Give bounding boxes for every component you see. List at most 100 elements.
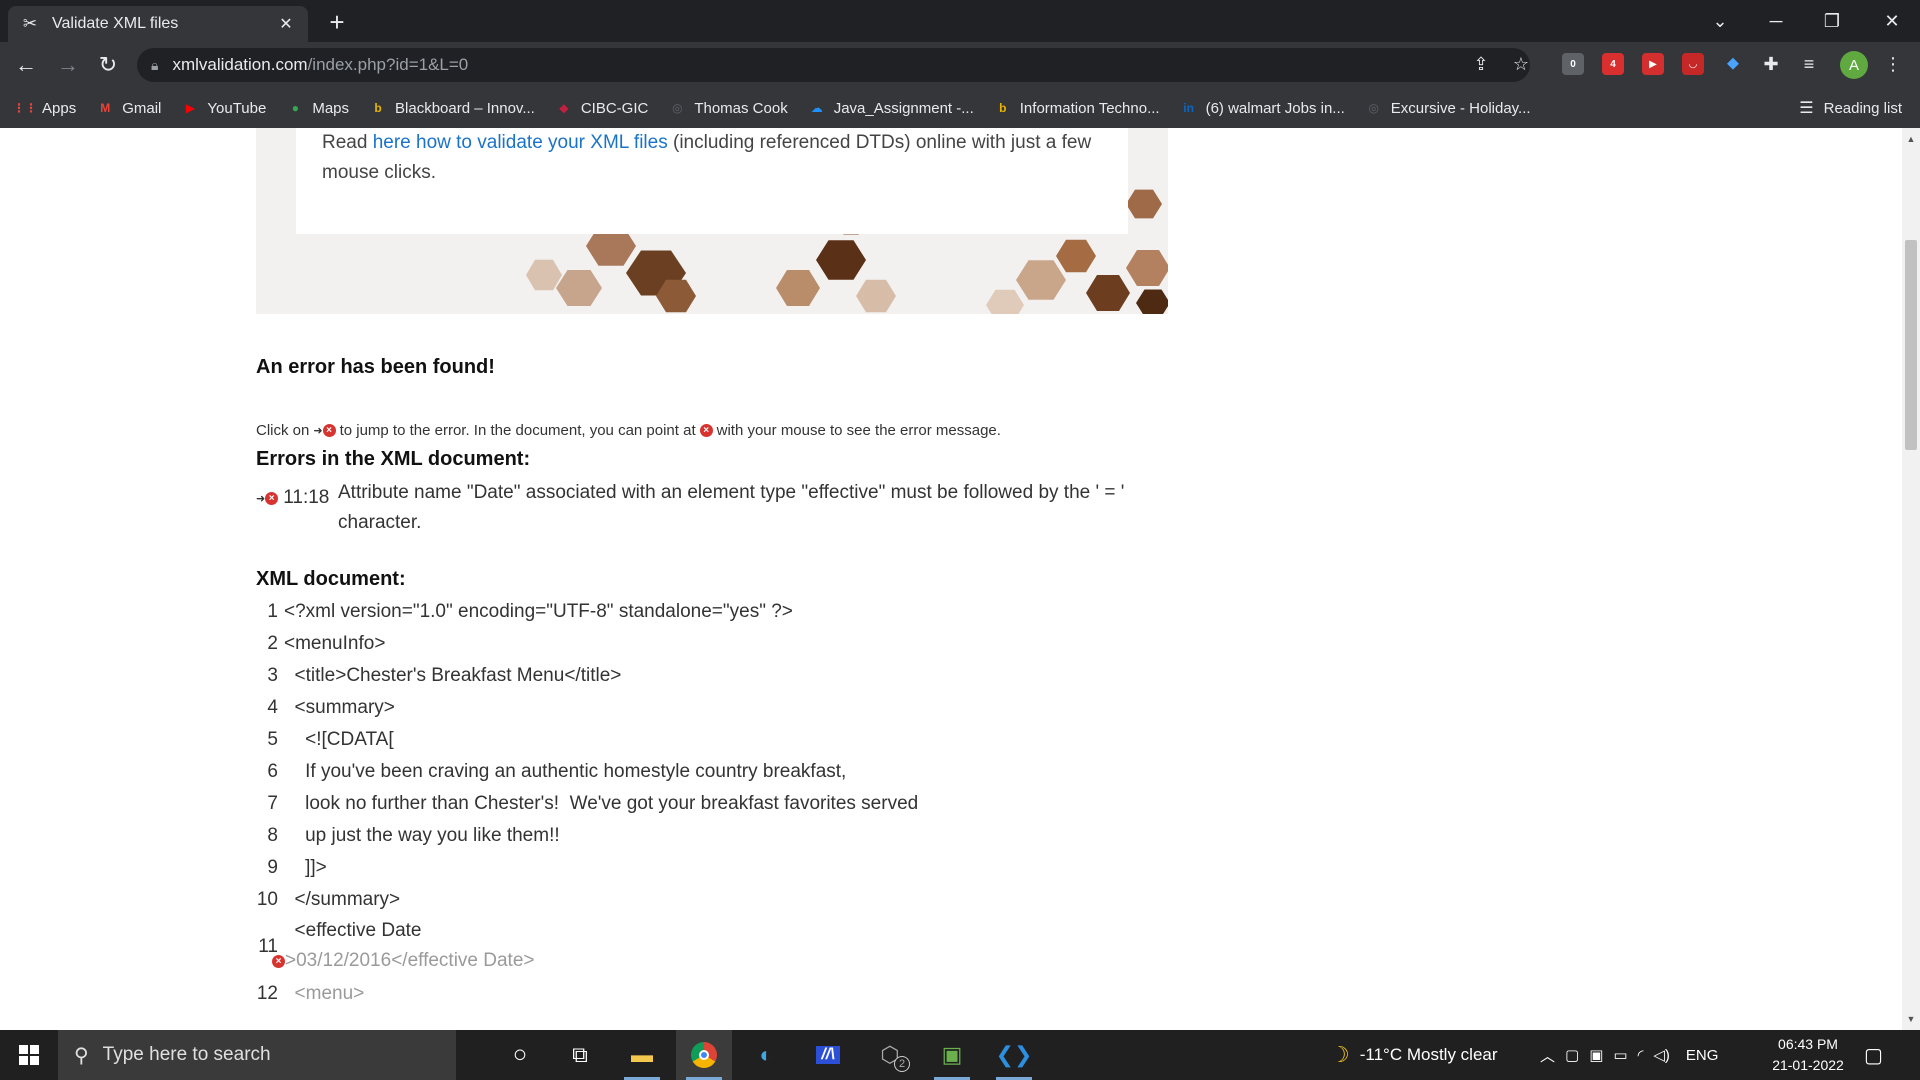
line-content: <effective Date × >03/12/2016</effective D… [272, 916, 535, 976]
xml-line: 12 <menu> [256, 978, 918, 1010]
new-tab-button[interactable]: + [322, 8, 352, 38]
devices-icon[interactable]: ▣ [1589, 1046, 1603, 1064]
pocket-icon[interactable]: ◡ [1682, 53, 1704, 75]
validate-howto-link[interactable]: here how to validate your XML files [373, 132, 668, 153]
minimize-button[interactable]: ─ [1748, 0, 1804, 42]
adblock-icon[interactable]: 4 [1602, 53, 1624, 75]
scroll-up-arrow-icon[interactable]: ▲ [1902, 134, 1920, 144]
scrollbar-thumb[interactable] [1905, 240, 1917, 450]
reload-icon[interactable]: ↻ [92, 49, 124, 81]
line-text: <menuInfo> [284, 633, 386, 654]
media-queue-icon[interactable]: ≡ [1796, 51, 1822, 77]
xml-line: 2 <menuInfo> [256, 628, 918, 660]
bookmark-item[interactable]: ☁ Java_Assignment -... [808, 99, 974, 117]
bookmark-item[interactable]: b Blackboard – Innov... [369, 99, 534, 117]
extension-badge-count: 0 [1570, 58, 1576, 70]
line-text: <title>Chester's Breakfast Menu</title> [284, 665, 622, 686]
bookmark-item[interactable]: b Information Techno... [994, 99, 1160, 117]
tab-strip: ✂ Validate XML files ✕ + ⌄ ─ ❐ ✕ [0, 0, 1920, 42]
profile-avatar[interactable]: A [1840, 51, 1868, 79]
volume-icon[interactable]: ◁) [1653, 1046, 1670, 1064]
extension-badge-icon[interactable]: 0 [1562, 53, 1584, 75]
browser-tab[interactable]: ✂ Validate XML files ✕ [8, 6, 308, 42]
bookmark-item[interactable]: in (6) walmart Jobs in... [1180, 99, 1345, 117]
bookmark-item[interactable]: ◎ Excursive - Holiday... [1365, 99, 1531, 117]
bookmark-item[interactable]: ● Maps [286, 99, 349, 117]
bookmark-item[interactable]: ⋮⋮ Apps [13, 99, 76, 117]
wifi-icon[interactable]: ◜ [1638, 1046, 1644, 1064]
bookmark-item[interactable]: M Gmail [96, 99, 161, 117]
xml-line: 5 <![CDATA[ [256, 724, 918, 756]
bookmark-item[interactable]: ◎ Thomas Cook [668, 99, 788, 117]
visual-studio-app-icon[interactable]: //\ [800, 1030, 856, 1080]
error-location-link[interactable]: ➜ × 11:18 [256, 478, 338, 510]
weather-widget[interactable]: ☽ -11°C Mostly clear [1330, 1030, 1498, 1080]
notification-icon[interactable]: ▢ [1864, 1030, 1883, 1080]
lock-icon[interactable]: 🔒︎ [151, 57, 158, 74]
scroll-down-arrow-icon[interactable]: ▼ [1902, 1014, 1920, 1024]
taskbar-clock[interactable]: 06:43 PM 21-01-2022 [1758, 1034, 1858, 1076]
meet-icon[interactable]: ▢ [1565, 1046, 1579, 1064]
extensions-puzzle-icon[interactable]: ✚ [1758, 51, 1784, 77]
forward-arrow-icon[interactable]: → [52, 49, 84, 81]
vpn-extension-icon[interactable]: ⬥ [1722, 53, 1744, 75]
image-editor-icon[interactable]: ▣ [924, 1030, 980, 1080]
vscode-icon[interactable]: ❮❯ [986, 1030, 1042, 1080]
bookmark-star-icon[interactable]: ☆ [1508, 51, 1534, 77]
xml-line: 8 up just the way you like them!! [256, 820, 918, 852]
tray-chevron-icon[interactable]: ︿ [1540, 1045, 1555, 1066]
bookmarks-bar: ⋮⋮ Apps M Gmail ▶ YouTube ● Maps b Blackboard – I… [0, 88, 1920, 128]
line-content: If you've been craving an authentic home… [284, 757, 846, 787]
error-x-icon[interactable]: × [272, 954, 285, 968]
line-text: look no further than Chester's! We've go… [284, 793, 919, 814]
restore-button[interactable]: ❐ [1804, 0, 1860, 42]
start-button[interactable] [0, 1030, 58, 1080]
task-view-icon[interactable]: ⧉ [552, 1030, 608, 1080]
intro-text-before: Read [322, 132, 373, 153]
battery-icon[interactable]: ▭ [1613, 1046, 1627, 1064]
bookmark-label: YouTube [207, 99, 267, 117]
hint-text-c: with your mouse to see the error message… [716, 422, 1001, 439]
line-content: <title>Chester's Breakfast Menu</title> [284, 661, 622, 691]
line-text: <?xml version="1.0" encoding="UTF-8" sta… [284, 601, 793, 622]
line-text: <menu> [284, 983, 365, 1004]
app-group-icon[interactable]: ⬡ 2 [862, 1030, 918, 1080]
page-viewport: Read here how to validate your XML files… [0, 128, 1902, 1030]
xml-line: 1 <?xml version="1.0" encoding="UTF-8" st… [256, 596, 918, 628]
line-number: 5 [267, 729, 278, 750]
share-icon[interactable]: ⇪ [1468, 51, 1494, 77]
error-marker-line: × >03/12/2016</effective Date> [272, 946, 535, 976]
page-scrollbar[interactable]: ▲ ▼ [1902, 128, 1920, 1030]
error-x-icon: × [265, 491, 279, 505]
xml-line: 11 <effective Date × >03/12/2016</effectiv… [256, 916, 918, 978]
browser-menu-icon[interactable]: ⋮ [1880, 51, 1906, 77]
globe-icon: ◎ [672, 101, 683, 115]
bookmark-item[interactable]: ◆ CIBC-GIC [555, 99, 648, 117]
reading-list-button[interactable]: ☰ Reading list [1799, 88, 1902, 128]
address-bar[interactable]: 🔒︎ xmlvalidation.com /index.php?id=1&L=0 [137, 48, 1530, 82]
youtube-icon: ▶ [185, 101, 195, 115]
chrome-icon[interactable] [676, 1030, 732, 1080]
line-text: <effective Date [284, 920, 422, 941]
back-arrow-icon[interactable]: ← [10, 49, 42, 81]
hint-text-a: Click on [256, 422, 310, 439]
bookmark-label: Java_Assignment -... [833, 99, 974, 117]
tab-search-icon[interactable]: ⌄ [1692, 0, 1748, 42]
cortana-icon[interactable]: ○ [492, 1030, 548, 1080]
bookmark-label: Information Techno... [1019, 99, 1160, 117]
line-content: <menuInfo> [284, 629, 385, 659]
bookmark-item[interactable]: ▶ YouTube [181, 99, 267, 117]
edge-icon[interactable]: ◐ [738, 1030, 794, 1080]
line-text: If you've been craving an authentic home… [284, 761, 847, 782]
line-text-error-tail: >03/12/2016</effective Date> [285, 950, 535, 971]
media-extension-icon[interactable]: ▶ [1642, 53, 1664, 75]
close-window-button[interactable]: ✕ [1864, 0, 1920, 42]
url-path: /index.php?id=1&L=0 [307, 55, 469, 74]
language-indicator[interactable]: ENG [1686, 1047, 1719, 1064]
browser-toolbar: ← → ↻ 🔒︎ xmlvalidation.com /index.php?id… [0, 42, 1920, 88]
taskbar-search-box[interactable]: ⚲ Type here to search [58, 1030, 456, 1080]
clock-time: 06:43 PM [1778, 1036, 1838, 1052]
tab-close-icon[interactable]: ✕ [276, 14, 296, 34]
file-explorer-icon[interactable]: ▬ [614, 1030, 670, 1080]
search-icon: ⚲ [74, 1044, 89, 1067]
